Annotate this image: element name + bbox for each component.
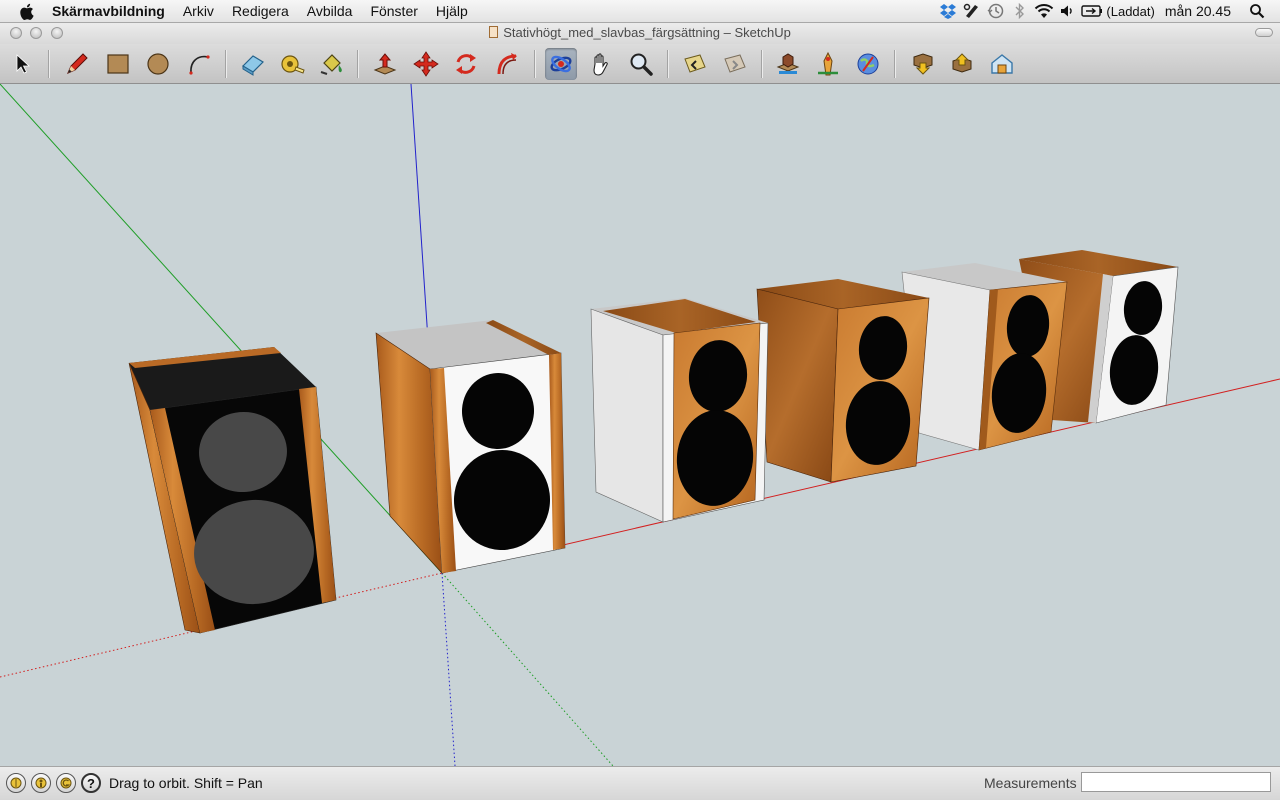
speaker-white-front[interactable] (375, 320, 566, 574)
window-titlebar: Stativhögt_med_slavbas_färgsättning – Sk… (0, 23, 1280, 44)
menu-redigera[interactable]: Redigera (223, 0, 298, 22)
tape-measure-tool-icon[interactable] (276, 48, 308, 80)
add-location-tool-icon[interactable] (852, 48, 884, 80)
toolbar-separator (357, 50, 359, 78)
menu-arkiv[interactable]: Arkiv (174, 0, 223, 22)
toolbar-separator (48, 50, 50, 78)
status-bar: ? Drag to orbit. Shift = Pan Measurement… (0, 766, 1280, 800)
menu-hjalp[interactable]: Hjälp (427, 0, 477, 22)
next-view-tool-icon[interactable] (719, 48, 751, 80)
pencil-line-tool-icon[interactable] (61, 48, 93, 80)
follow-me-tool-icon[interactable] (491, 48, 523, 80)
toolbar-separator (761, 50, 763, 78)
model-scene[interactable] (0, 83, 1280, 767)
toolbar-separator (225, 50, 227, 78)
eraser-tool-icon[interactable] (237, 48, 269, 80)
app-menu[interactable]: Skärmavbildning (48, 0, 174, 22)
window-title-text: Stativhögt_med_slavbas_färgsättning – Sk… (503, 25, 791, 40)
toolbar-separator (894, 50, 896, 78)
blue-axis-line (410, 83, 431, 371)
rectangle-tool-icon[interactable] (102, 48, 134, 80)
speaker-grey-cabinet-2[interactable] (901, 263, 1068, 451)
evernote-icon[interactable] (961, 0, 983, 22)
status-hint-text: Drag to orbit. Shift = Pan (109, 775, 263, 791)
get-components-tool-icon[interactable] (907, 48, 939, 80)
rotate-tool-icon[interactable] (450, 48, 482, 80)
dropbox-icon[interactable] (937, 0, 959, 22)
speaker-wood-cabinet[interactable] (756, 279, 930, 483)
speaker-black-front[interactable] (128, 347, 337, 634)
share-component-tool-icon[interactable] (946, 48, 978, 80)
menu-avbilda[interactable]: Avbilda (298, 0, 362, 22)
spotlight-icon[interactable] (1246, 0, 1268, 22)
measurements-input[interactable] (1081, 772, 1271, 792)
geo-location-icon[interactable] (6, 773, 26, 793)
green-axis-dotted (441, 572, 614, 767)
bluetooth-icon[interactable] (1009, 0, 1031, 22)
arc-tool-icon[interactable] (183, 48, 215, 80)
main-toolbar (0, 44, 1280, 84)
drawing-area[interactable] (0, 83, 1280, 767)
orbit-tool-icon[interactable] (545, 48, 577, 80)
window-title: Stativhögt_med_slavbas_färgsättning – Sk… (0, 25, 1280, 40)
volume-icon[interactable] (1057, 0, 1079, 22)
blue-axis-dotted (441, 572, 456, 767)
previous-view-tool-icon[interactable] (679, 48, 711, 80)
wifi-icon[interactable] (1033, 0, 1055, 22)
speaker-grey-cabinet[interactable] (590, 298, 769, 523)
measurements-label: Measurements (984, 775, 1077, 791)
toolbar-separator (534, 50, 536, 78)
select-tool-icon[interactable] (6, 48, 38, 80)
battery-icon[interactable] (1081, 0, 1103, 22)
zoom-tool-icon[interactable] (625, 48, 657, 80)
circle-tool-icon[interactable] (142, 48, 174, 80)
share-model-tool-icon[interactable] (812, 48, 844, 80)
apple-menu-icon[interactable] (18, 2, 36, 20)
toolbar-toggle-button[interactable] (1255, 28, 1273, 37)
battery-status-text: (Laddat) (1106, 3, 1155, 19)
menubar-clock[interactable]: mån 20.45 (1165, 3, 1231, 19)
push-pull-tool-icon[interactable] (369, 48, 401, 80)
time-machine-icon[interactable] (985, 0, 1007, 22)
menu-fonster[interactable]: Fönster (361, 0, 426, 22)
get-models-tool-icon[interactable] (772, 48, 804, 80)
menu-bar: Skärmavbildning Arkiv Redigera Avbilda F… (0, 0, 1280, 23)
document-icon (489, 26, 499, 38)
toolbar-separator (667, 50, 669, 78)
user-login-icon[interactable] (56, 773, 76, 793)
move-tool-icon[interactable] (410, 48, 442, 80)
instructor-help-icon[interactable]: ? (81, 773, 101, 793)
extension-warehouse-tool-icon[interactable] (986, 48, 1018, 80)
paint-bucket-tool-icon[interactable] (316, 48, 348, 80)
pan-tool-icon[interactable] (585, 48, 617, 80)
credits-icon[interactable] (31, 773, 51, 793)
